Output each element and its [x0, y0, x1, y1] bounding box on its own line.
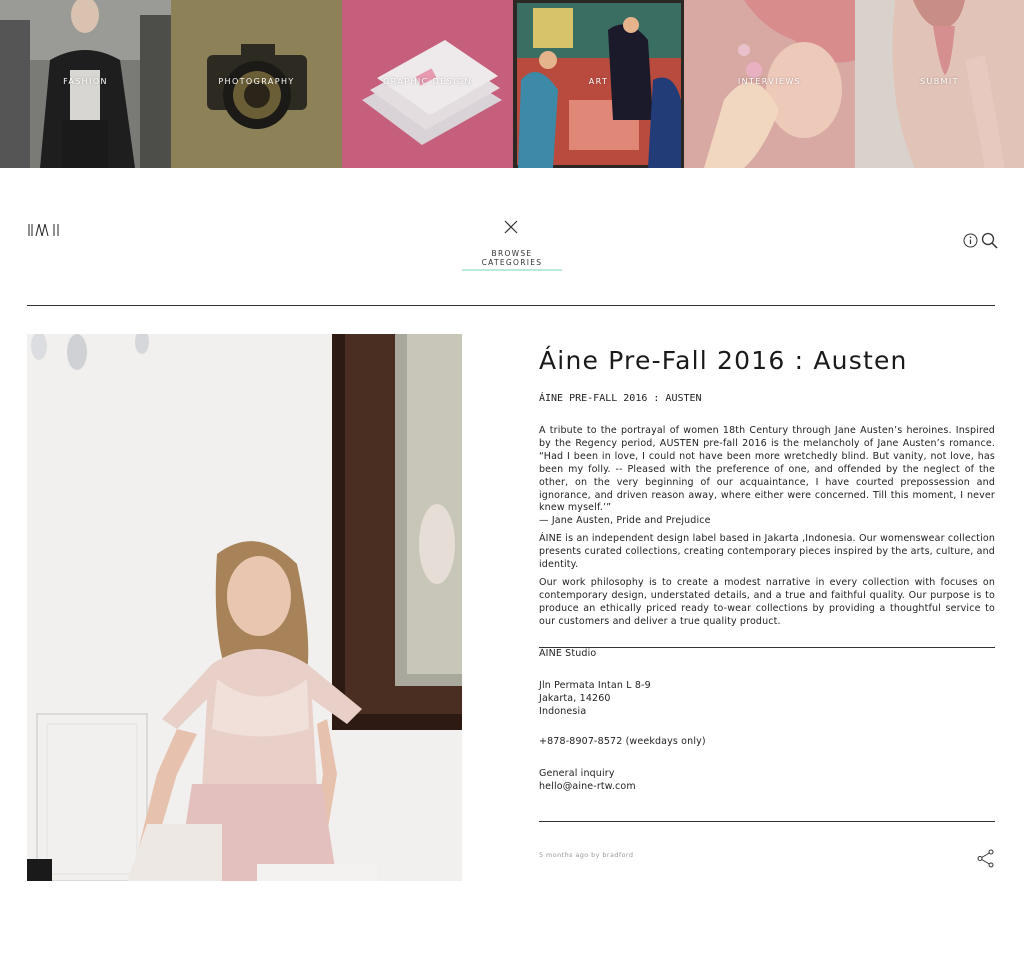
divider	[27, 305, 995, 306]
article-quote-attribution: — Jane Austen, Pride and Prejudice	[539, 515, 711, 527]
category-label: SUBMIT	[920, 77, 959, 86]
article: Áine Pre-Fall 2016 : Austen	[539, 340, 995, 376]
category-label: PHOTOGRAPHY	[218, 77, 295, 86]
browse-categories-link[interactable]: BROWSE CATEGORIES	[462, 249, 562, 271]
category-graphic-design[interactable]: GRAPHIC DESIGN	[342, 0, 513, 168]
address-line: Jakarta, 14260	[539, 692, 611, 704]
article-image	[27, 334, 462, 881]
article-paragraph: ÁINE is an independent design label base…	[539, 533, 995, 570]
category-label: GRAPHIC DESIGN	[383, 77, 472, 86]
category-submit[interactable]: SUBMIT	[855, 0, 1024, 168]
article-title: Áine Pre-Fall 2016 : Austen	[539, 346, 908, 375]
studio-inquiry: General inquiry hello@aine-rtw.com	[539, 768, 636, 794]
category-label: FASHION	[63, 77, 108, 86]
article-quote: A tribute to the portrayal of women 18th…	[539, 425, 995, 514]
studio-address: Jln Permata Intan L 8-9 Jakarta, 14260 I…	[539, 680, 651, 719]
search-icon[interactable]	[981, 232, 998, 249]
category-label: ART	[588, 77, 609, 86]
inquiry-email[interactable]: hello@aine-rtw.com	[539, 781, 636, 792]
post-meta: 5 months ago by bradford	[539, 851, 634, 859]
close-icon[interactable]	[503, 219, 519, 235]
category-strip: FASHION PHOTOGRAPHY GRAPHIC DESIGN ART I…	[0, 0, 1024, 168]
logo-icon[interactable]	[28, 224, 62, 236]
category-photography[interactable]: PHOTOGRAPHY	[171, 0, 342, 168]
share-icon[interactable]	[976, 849, 995, 868]
article-paragraph: Our work philosophy is to create a modes…	[539, 577, 995, 627]
info-icon[interactable]	[963, 233, 978, 248]
divider	[539, 647, 995, 648]
category-fashion[interactable]: FASHION	[0, 0, 171, 168]
category-art[interactable]: ART	[513, 0, 684, 168]
address-line: Jln Permata Intan L 8-9	[539, 680, 651, 691]
studio-name: ÁINE Studio	[539, 648, 597, 659]
article-paragraph: A tribute to the portrayal of women 18th…	[539, 425, 995, 528]
studio-phone: +878-8907-8572 (weekdays only)	[539, 736, 706, 747]
inquiry-label: General inquiry	[539, 768, 615, 779]
address-line: Indonesia	[539, 705, 587, 717]
article-subtitle: ÁINE PRE-FALL 2016 : AUSTEN	[539, 393, 702, 404]
category-label: INTERVIEWS	[737, 77, 802, 86]
category-interviews[interactable]: INTERVIEWS	[684, 0, 855, 168]
divider	[539, 821, 995, 822]
